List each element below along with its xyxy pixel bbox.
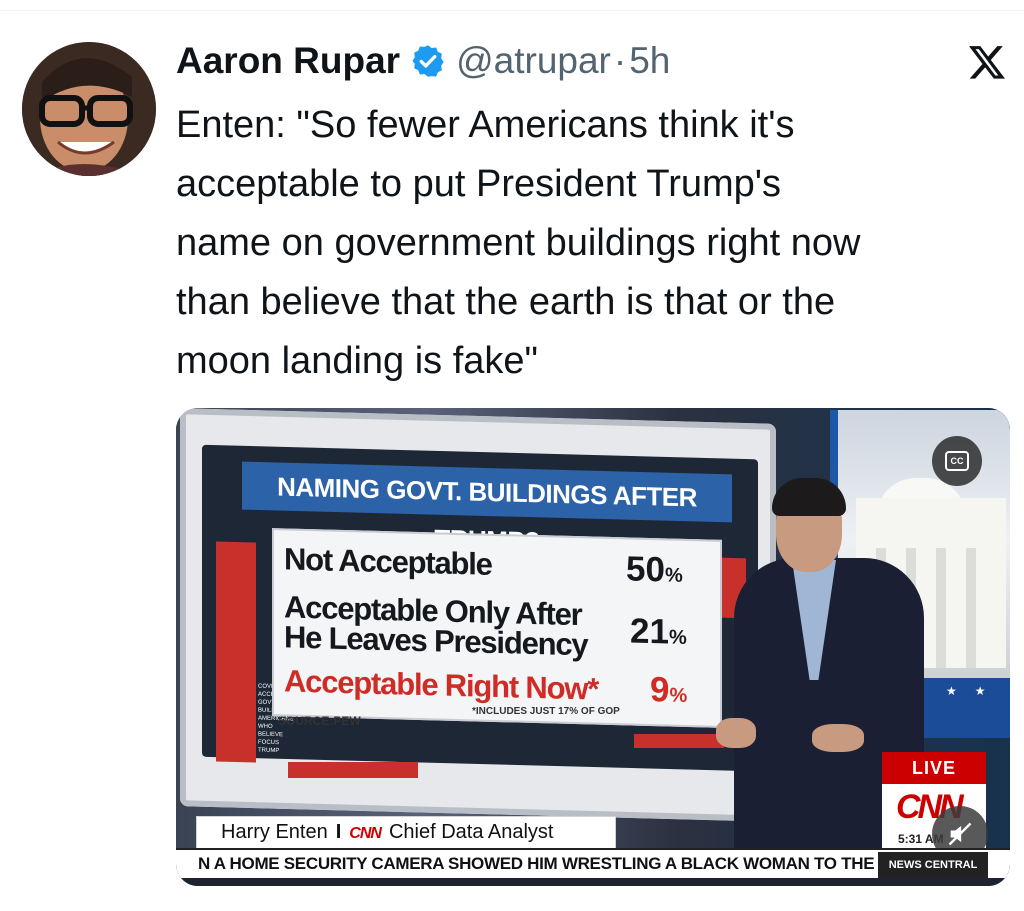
- author-name[interactable]: Aaron Rupar: [176, 40, 400, 82]
- monitor-indicator-strip: [634, 734, 724, 748]
- poll-source: SOURCE:PEW: [278, 714, 361, 728]
- verified-badge-icon: [410, 43, 446, 79]
- poll-row-label: Not Acceptable: [284, 541, 492, 582]
- white-house-column: [966, 548, 976, 668]
- news-ticker: N A HOME SECURITY CAMERA SHOWED HIM WRES…: [176, 848, 1010, 880]
- studio-stars: ★★: [946, 684, 1004, 698]
- closed-captions-button[interactable]: CC: [932, 436, 982, 486]
- lower-third-separator: I: [335, 821, 342, 843]
- closed-captions-icon: CC: [945, 451, 969, 471]
- meta-separator: ·: [613, 40, 627, 81]
- presenter-hand: [812, 724, 864, 752]
- lower-third-network: CNN: [349, 825, 382, 842]
- poll-row-label-highlight: Acceptable Right Now*: [284, 663, 599, 707]
- video-bottom-edge: [176, 878, 1010, 886]
- poll-row-label: Acceptable Only After He Leaves Presidenc…: [284, 589, 588, 663]
- mute-icon: [948, 822, 972, 846]
- white-house-column: [936, 548, 946, 668]
- author-handle[interactable]: @atrupar: [456, 40, 611, 82]
- presenter-title: Chief Data Analyst: [388, 821, 554, 843]
- poll-panel: Not Acceptable 50% Acceptable Only After…: [272, 528, 722, 728]
- live-badge: LIVE: [882, 752, 986, 784]
- video-player[interactable]: ★★ NAMING GOVT. BUILDINGS AFTER TRUMP? C…: [176, 408, 1010, 886]
- lower-third: Harry Enten I CNN Chief Data Analyst: [196, 816, 616, 850]
- poll-row-value-highlight: 9%: [650, 670, 688, 710]
- presenter-hand: [716, 718, 756, 748]
- ticker-badge: NEWS CENTRAL: [878, 852, 988, 878]
- tweet-header: Aaron Rupar @atrupar · 5h: [176, 36, 670, 86]
- tweet-timestamp[interactable]: 5h: [629, 40, 670, 82]
- monitor-indicator-strip: [288, 762, 418, 778]
- poll-row-value: 50%: [626, 549, 683, 590]
- top-divider: [0, 0, 1024, 11]
- poll-footnote: *INCLUDES JUST 17% OF GOP: [472, 706, 620, 717]
- tweet-text: Enten: "So fewer Americans think it's ac…: [176, 104, 861, 382]
- ticker-text: N A HOME SECURITY CAMERA SHOWED HIM WRES…: [198, 854, 902, 873]
- poll-row-value: 21%: [630, 611, 687, 652]
- presenter-name: Harry Enten: [221, 821, 328, 843]
- poll-sidebar: COVER ACCEPTABLE GOVT. BUILDINGS AMERICA…: [216, 541, 297, 763]
- avatar[interactable]: [22, 42, 156, 176]
- x-logo-icon[interactable]: [966, 42, 1008, 82]
- avatar-portrait: [22, 42, 156, 176]
- lower-third-text: Harry Enten I CNN Chief Data Analyst: [221, 821, 553, 844]
